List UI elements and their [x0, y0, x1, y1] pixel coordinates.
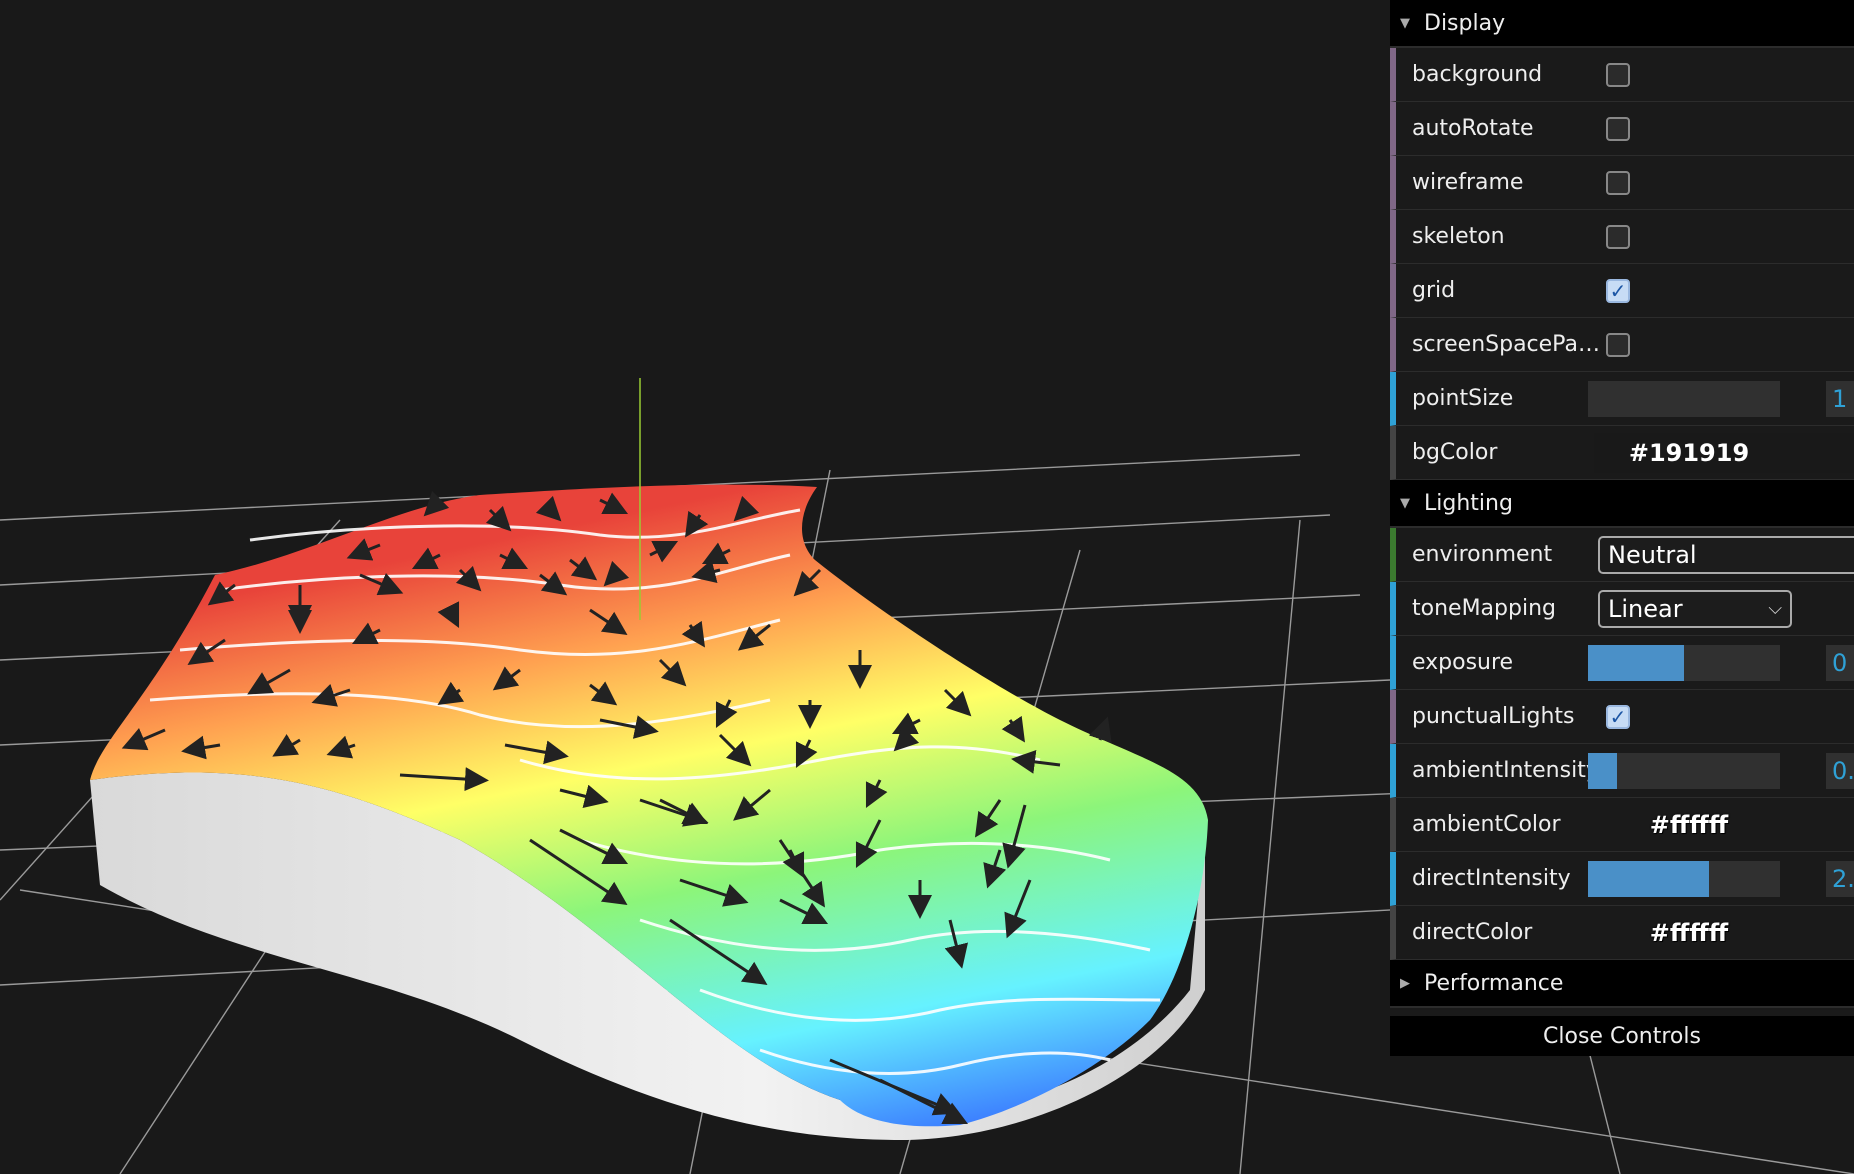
folder-performance-title: Performance [1424, 970, 1564, 996]
tone-mapping-select[interactable]: Linear ⌵ [1598, 589, 1792, 628]
chevron-down-icon: ▼ [1400, 495, 1410, 511]
ambient-intensity-slider[interactable] [1588, 752, 1780, 789]
row-exposure: exposure 0 [1390, 636, 1854, 690]
point-size-input[interactable]: 1 [1826, 380, 1854, 417]
label-background: background [1412, 62, 1543, 87]
row-background: background [1390, 48, 1854, 102]
chevron-down-icon: ⌵ [1768, 598, 1782, 619]
exposure-slider[interactable] [1588, 644, 1780, 681]
close-controls-button[interactable]: Close Controls [1390, 1016, 1854, 1056]
exposure-input[interactable]: 0 [1826, 644, 1854, 681]
folder-performance[interactable]: ▶ Performance [1390, 960, 1854, 1008]
label-autorotate: autoRotate [1412, 116, 1534, 141]
folder-lighting-title: Lighting [1424, 490, 1513, 516]
row-direct-intensity: directIntensity 2.5 [1390, 852, 1854, 906]
bg-color-input[interactable]: #191919 [1594, 432, 1854, 473]
ambient-intensity-input[interactable]: 0.3 [1826, 752, 1854, 789]
row-grid: grid [1390, 264, 1854, 318]
label-wireframe: wireframe [1412, 170, 1524, 195]
point-size-slider[interactable] [1588, 380, 1780, 417]
tone-mapping-value: Linear [1608, 594, 1683, 623]
folder-lighting[interactable]: ▼ Lighting [1390, 480, 1854, 528]
label-ambient-intensity: ambientIntensity [1412, 758, 1599, 783]
folder-display-title: Display [1424, 10, 1506, 36]
label-environment: environment [1412, 542, 1553, 567]
wireframe-checkbox[interactable] [1606, 170, 1630, 195]
label-grid: grid [1412, 278, 1456, 303]
punctual-lights-checkbox[interactable] [1606, 704, 1630, 729]
direct-intensity-slider[interactable] [1588, 860, 1780, 897]
label-point-size: pointSize [1412, 386, 1514, 411]
label-exposure: exposure [1412, 650, 1514, 675]
row-tone-mapping: toneMapping Linear ⌵ [1390, 582, 1854, 636]
chevron-down-icon: ▼ [1400, 15, 1410, 31]
skeleton-checkbox[interactable] [1606, 224, 1630, 249]
controls-panel: ▼ Display background autoRotate wirefram… [1390, 0, 1854, 1056]
row-direct-color: directColor #ffffff [1390, 906, 1854, 960]
row-autorotate: autoRotate [1390, 102, 1854, 156]
direct-intensity-input[interactable]: 2.5 [1826, 860, 1854, 897]
label-punctual-lights: punctualLights [1412, 704, 1575, 729]
folder-display[interactable]: ▼ Display [1390, 0, 1854, 48]
label-skeleton: skeleton [1412, 224, 1505, 249]
label-ambient-color: ambientColor [1412, 812, 1561, 837]
direct-color-input[interactable]: #ffffff [1594, 912, 1854, 953]
row-punctual-lights: punctualLights [1390, 690, 1854, 744]
autorotate-checkbox[interactable] [1606, 116, 1630, 141]
label-direct-intensity: directIntensity [1412, 866, 1571, 891]
row-bg-color: bgColor #191919 [1390, 426, 1854, 480]
label-bg-color: bgColor [1412, 440, 1498, 465]
label-direct-color: directColor [1412, 920, 1533, 945]
grid-checkbox[interactable] [1606, 278, 1630, 303]
row-skeleton: skeleton [1390, 210, 1854, 264]
row-point-size: pointSize 1 [1390, 372, 1854, 426]
chevron-right-icon: ▶ [1400, 975, 1410, 991]
screen-space-panning-checkbox[interactable] [1606, 332, 1630, 357]
row-ambient-intensity: ambientIntensity 0.3 [1390, 744, 1854, 798]
label-screen-space-panning: screenSpacePan… [1412, 332, 1600, 357]
row-ambient-color: ambientColor #ffffff [1390, 798, 1854, 852]
background-checkbox[interactable] [1606, 62, 1630, 87]
ambient-color-input[interactable]: #ffffff [1594, 804, 1854, 845]
environment-select[interactable]: Neutral [1598, 535, 1854, 574]
label-tone-mapping: toneMapping [1412, 596, 1556, 621]
row-environment: environment Neutral [1390, 528, 1854, 582]
row-screen-space-panning: screenSpacePan… [1390, 318, 1854, 372]
row-wireframe: wireframe [1390, 156, 1854, 210]
